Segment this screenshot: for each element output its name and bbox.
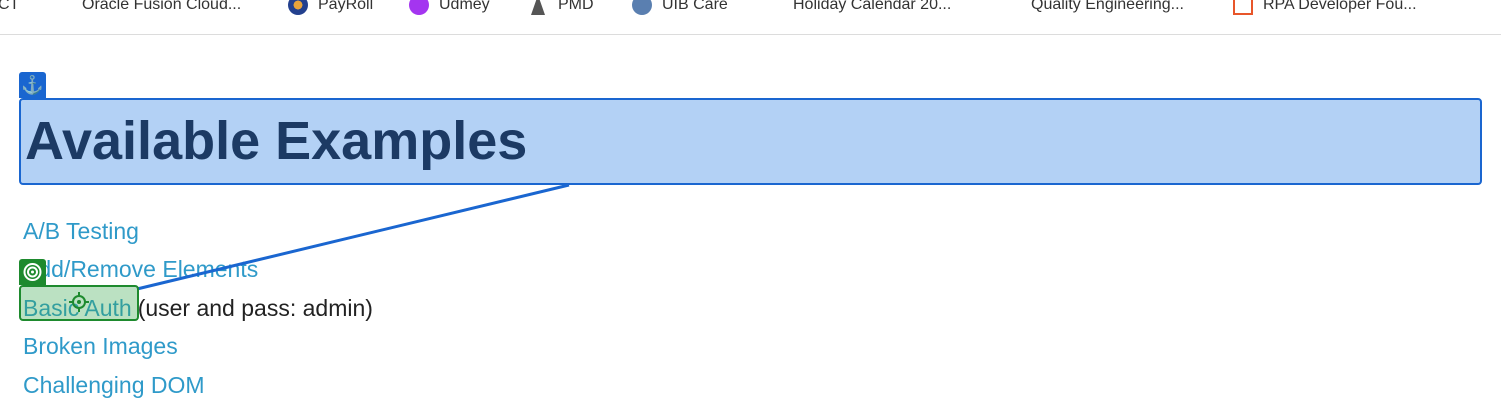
highlight-connector: [136, 183, 570, 291]
bookmark-label: CT: [0, 0, 20, 13]
microsoft-logo-icon: [763, 0, 783, 15]
target-highlight: [19, 285, 139, 321]
bookmark-payroll[interactable]: PayRoll: [288, 0, 373, 16]
uipath-logo-icon: [1233, 0, 1253, 15]
microsoft-logo-icon: [52, 0, 72, 15]
bookmark-label: Udmey: [439, 0, 490, 13]
bookmark-label: PayRoll: [318, 0, 374, 13]
payroll-logo-icon: [288, 0, 308, 15]
udemy-logo-icon: [409, 0, 429, 15]
bookmark-quality-engineering[interactable]: Quality Engineering...: [1001, 0, 1184, 16]
pmd-logo-icon: [528, 0, 548, 15]
bookmark-pmd[interactable]: PMD: [528, 0, 594, 16]
bookmark-label: PMD: [558, 0, 594, 13]
bookmarks-bar: CT Oracle Fusion Cloud... PayRoll Udmey …: [0, 0, 1501, 35]
bookmark-uib-care[interactable]: UIB Care: [632, 0, 728, 16]
bookmark-label: Oracle Fusion Cloud...: [82, 0, 242, 13]
bookmark-rpa-developer[interactable]: RPA Developer Fou...: [1233, 0, 1417, 16]
bookmark-label: Quality Engineering...: [1031, 0, 1184, 13]
bookmark-oracle-fusion[interactable]: Oracle Fusion Cloud...: [52, 0, 241, 16]
bookmark-ct[interactable]: CT: [0, 0, 19, 16]
bookmark-label: Holiday Calendar 20...: [793, 0, 952, 13]
uib-care-logo-icon: [632, 0, 652, 15]
bookmark-label: RPA Developer Fou...: [1263, 0, 1417, 13]
target-icon: [19, 259, 46, 285]
crosshair-icon: [69, 292, 89, 312]
bookmark-holiday-calendar[interactable]: Holiday Calendar 20...: [763, 0, 951, 16]
microsoft-logo-icon: [1001, 0, 1021, 15]
bookmark-label: UIB Care: [662, 0, 728, 13]
bookmark-udemy[interactable]: Udmey: [409, 0, 490, 16]
